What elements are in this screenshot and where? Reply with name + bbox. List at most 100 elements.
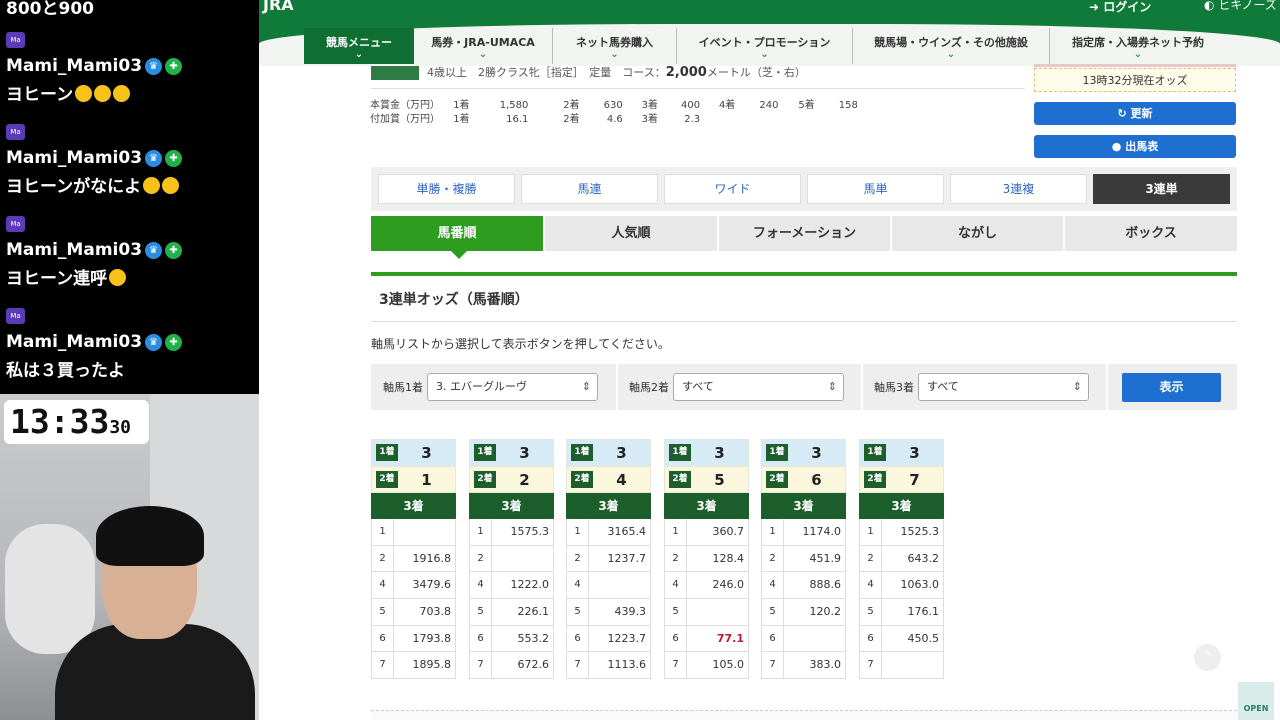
tab-formation[interactable]: フォーメーション <box>719 216 890 251</box>
odds-row[interactable]: 7 1895.8 <box>371 652 456 680</box>
tab-by-number[interactable]: 馬番順 <box>371 216 543 259</box>
nav-facilities[interactable]: 競馬場・ウインズ・その他施設 ⌄ <box>853 28 1050 64</box>
odds-row[interactable]: 7 105.0 <box>664 652 749 680</box>
odds-row[interactable]: 4 246.0 <box>664 572 749 600</box>
first-place-row: 1着 3 <box>371 439 456 466</box>
odds-row[interactable]: 6 <box>761 625 846 653</box>
odds-row[interactable]: 4 1222.0 <box>469 572 554 600</box>
odds-row[interactable]: 6 77.1 <box>664 625 749 653</box>
open-button[interactable]: OPEN <box>1238 682 1274 720</box>
second-place-row: 2着 4 <box>566 466 651 493</box>
nav-label: 指定席・入場券ネット予約 <box>1072 36 1204 49</box>
login-link[interactable]: ➜ ログイン <box>1089 0 1151 15</box>
show-button[interactable]: 表示 <box>1122 373 1221 402</box>
chat-text: ヨヒーン <box>6 85 74 105</box>
tab-quinella[interactable]: 馬連 <box>521 174 658 204</box>
first-place-row: 1着 3 <box>469 439 554 466</box>
odds-row[interactable]: 7 1113.6 <box>566 652 651 680</box>
nav-reserved-seats[interactable]: 指定席・入場券ネット予約 ⌄ <box>1050 28 1226 64</box>
odds-value: 77.1 <box>716 631 744 645</box>
first-place-number: 3 <box>811 443 822 462</box>
chat-username: Mami_Mami03 <box>6 332 143 352</box>
tab-exacta[interactable]: 馬単 <box>807 174 944 204</box>
odds-row[interactable]: 7 <box>859 652 944 680</box>
odds-row[interactable]: 2 <box>469 545 554 573</box>
nav-keiba-menu[interactable]: 競馬メニュー ⌄ <box>304 28 414 64</box>
odds-row[interactable]: 2 1916.8 <box>371 545 456 573</box>
nav-net-baken[interactable]: ネット馬券購入 ⌄ <box>553 28 677 64</box>
horse-number: 7 <box>860 652 882 679</box>
odds-row[interactable]: 7 383.0 <box>761 652 846 680</box>
horse-number: 5 <box>470 599 492 625</box>
odds-value: 703.8 <box>419 605 452 619</box>
refresh-button[interactable]: ↻ 更新 <box>1034 102 1236 125</box>
odds-row[interactable]: 6 1793.8 <box>371 625 456 653</box>
odds-value <box>882 652 943 678</box>
odds-row[interactable]: 5 439.3 <box>566 599 651 626</box>
crown-icon: ♛ <box>145 149 163 167</box>
jra-logo[interactable]: JRA <box>263 0 294 14</box>
nav-events[interactable]: イベント・プロモーション ⌄ <box>677 28 853 64</box>
odds-row[interactable]: 2 451.9 <box>761 545 846 573</box>
second-place-row: 2着 7 <box>859 466 944 493</box>
prize-place: 1着 <box>453 100 470 111</box>
second-place-tag: 2着 <box>766 471 788 488</box>
header-link[interactable]: ◐ ヒキノーズ <box>1204 0 1277 13</box>
odds-row[interactable]: 4 888.6 <box>761 572 846 600</box>
odds-row[interactable]: 2 128.4 <box>664 545 749 573</box>
chat-top-text: 800と900 <box>6 0 94 19</box>
odds-value: 1113.6 <box>607 658 647 672</box>
odds-row[interactable]: 1 360.7 <box>664 519 749 546</box>
odds-row[interactable]: 5 120.2 <box>761 599 846 626</box>
odds-row[interactable]: 1 3165.4 <box>566 519 651 546</box>
odds-row[interactable]: 2 643.2 <box>859 545 944 573</box>
screen: 800と900 Ma Mami_Mami03 ♛ ✚ ヨヒーン Ma Mami_Ma… <box>0 0 1280 720</box>
odds-row[interactable]: 6 553.2 <box>469 625 554 653</box>
odds-row[interactable]: 5 176.1 <box>859 599 944 626</box>
second-place-number: 7 <box>909 470 920 489</box>
odds-value: 1916.8 <box>412 551 452 565</box>
tab-win-place[interactable]: 単勝・複勝 <box>378 174 515 204</box>
odds-row[interactable]: 4 <box>566 572 651 600</box>
tab-wide[interactable]: ワイド <box>664 174 801 204</box>
odds-row[interactable]: 1 1575.3 <box>469 519 554 546</box>
plus-icon: ✚ <box>165 57 183 75</box>
crown-icon: ♛ <box>145 57 163 75</box>
info-icon: ● <box>1111 140 1126 153</box>
odds-row[interactable]: 7 672.6 <box>469 652 554 680</box>
odds-row[interactable]: 4 3479.6 <box>371 572 456 600</box>
tab-nagashi[interactable]: ながし <box>892 216 1063 251</box>
side-panel-edge <box>1034 64 1236 67</box>
first-place-number: 3 <box>519 443 530 462</box>
odds-value: 360.7 <box>712 525 745 538</box>
entries-button[interactable]: ● 出馬表 <box>1034 135 1236 158</box>
odds-row[interactable]: 2 1237.7 <box>566 545 651 573</box>
odds-row[interactable]: 6 450.5 <box>859 625 944 653</box>
tab-trio[interactable]: 3連複 <box>950 174 1087 204</box>
scroll-top-button[interactable]: ⌃ <box>1194 644 1221 671</box>
horse-number: 5 <box>860 599 882 625</box>
odds-value: 1237.7 <box>607 551 647 565</box>
odds-table: 1着 3 2着 7 3着 1 1525.3 2 643.2 4 1063.0 5 176.1 6 450.5… <box>859 439 944 680</box>
divider <box>371 321 1237 322</box>
tab-trifecta[interactable]: 3連単 <box>1093 174 1230 204</box>
divider <box>1106 364 1108 410</box>
tab-by-popularity[interactable]: 人気順 <box>545 216 717 251</box>
odds-row[interactable]: 5 703.8 <box>371 599 456 626</box>
third-axis-select[interactable]: すべて <box>918 373 1089 401</box>
odds-row[interactable]: 5 226.1 <box>469 599 554 626</box>
second-place-tag: 2着 <box>864 471 886 488</box>
odds-row[interactable]: 6 1223.7 <box>566 625 651 653</box>
first-axis-select[interactable]: 3. エバーグルーヴ <box>427 373 598 401</box>
second-axis-select[interactable]: すべて <box>673 373 844 401</box>
odds-row[interactable]: 4 1063.0 <box>859 572 944 600</box>
odds-row[interactable]: 1 <box>371 519 456 546</box>
race-number-badge <box>371 66 419 80</box>
tab-box[interactable]: ボックス <box>1065 216 1237 251</box>
odds-row[interactable]: 1 1174.0 <box>761 519 846 546</box>
odds-row[interactable]: 5 <box>664 599 749 626</box>
odds-row[interactable]: 1 1525.3 <box>859 519 944 546</box>
refresh-label: 更新 <box>1130 107 1153 120</box>
added-money-row: 付加賞（万円） 1着 16.1 2着 4.6 3着 2.3 <box>370 110 700 125</box>
nav-baken[interactable]: 馬券・JRA-UMACA ⌄ <box>414 28 553 64</box>
